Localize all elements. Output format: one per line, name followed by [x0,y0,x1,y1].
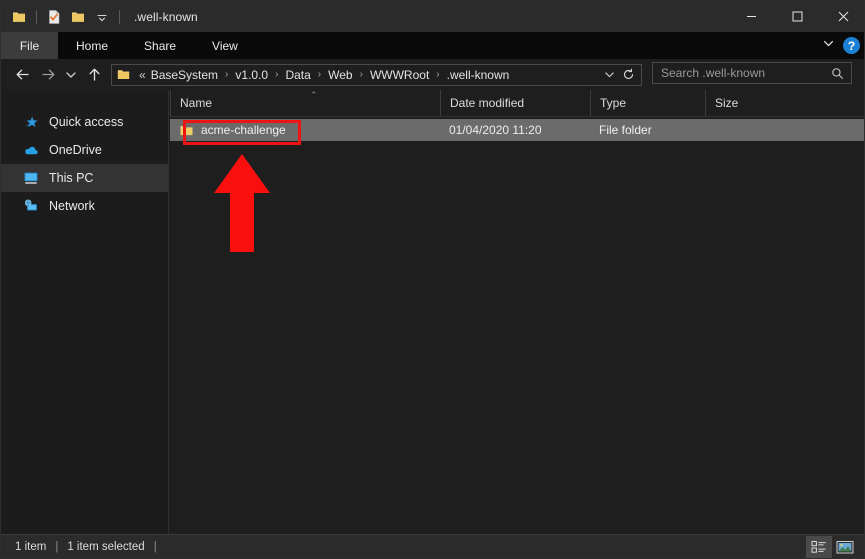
search-input[interactable]: Search .well-known [653,66,831,80]
details-view-icon[interactable] [806,536,832,558]
new-folder-icon[interactable] [67,6,89,28]
folder-icon [116,67,131,82]
column-header-date-modified[interactable]: Date modified [440,90,590,116]
file-name-text: acme-challenge [201,123,286,137]
view-mode-buttons [806,535,858,558]
breadcrumb: « BaseSystem › v1.0.0 › Data › Web › WWW… [136,67,601,83]
file-name-cell: acme-challenge [170,119,440,141]
quick-access-toolbar: .well-known [1,1,198,32]
file-size-cell [705,119,788,141]
sort-ascending-icon: ⌃ [310,90,318,100]
toolbar-divider-2 [119,9,120,24]
refresh-icon[interactable] [620,68,637,81]
sidebar-item-label: OneDrive [49,143,102,157]
maximize-button[interactable] [774,1,820,32]
forward-button[interactable] [35,62,61,88]
navigation-pane: Quick access OneDrive This PC Network [1,90,169,535]
folder-icon [179,123,194,138]
table-row[interactable]: acme-challenge 01/04/2020 11:20 File fol… [170,119,864,141]
large-icons-view-icon[interactable] [832,536,858,558]
sidebar-item-this-pc[interactable]: This PC [1,164,168,192]
network-icon [21,196,41,216]
breadcrumb-separator[interactable]: › [271,69,282,80]
tab-file[interactable]: File [1,32,58,59]
breadcrumb-separator[interactable]: › [314,69,325,80]
sidebar-item-onedrive[interactable]: OneDrive [1,136,168,164]
sidebar-item-label: This PC [49,171,94,185]
back-button[interactable] [9,62,35,88]
ribbon-right-controls: ? [822,32,860,59]
breadcrumb-overflow[interactable]: « [136,67,148,83]
breadcrumb-separator[interactable]: › [356,69,367,80]
breadcrumb-separator[interactable]: › [221,69,232,80]
window-title: .well-known [134,9,198,24]
help-icon[interactable]: ? [843,37,860,54]
column-header-type[interactable]: Type [590,90,705,116]
chevron-down-icon[interactable] [822,37,835,55]
column-header-name[interactable]: Name [170,90,440,116]
monitor-icon [21,168,41,188]
star-icon [21,112,41,132]
chevron-down-icon[interactable] [91,6,113,28]
file-explorer-window: .well-known File Home Share View ? « Bas… [0,0,865,559]
file-date-cell: 01/04/2020 11:20 [449,123,542,137]
column-header-row: Name Date modified Type Size ⌃ [170,90,864,117]
status-item-count: 1 item [15,540,47,553]
tab-share[interactable]: Share [126,32,194,59]
toolbar-divider [36,9,37,24]
status-separator: | [55,540,59,553]
breadcrumb-separator[interactable]: › [432,69,443,80]
sidebar-item-label: Quick access [49,115,124,129]
breadcrumb-item-web[interactable]: Web [325,67,355,83]
window-controls [728,1,864,32]
properties-icon[interactable] [43,6,65,28]
up-button[interactable] [81,62,107,88]
cloud-icon [21,140,41,160]
breadcrumb-item-wwwroot[interactable]: WWWRoot [367,67,432,83]
status-selection-count: 1 item selected [67,540,145,553]
sidebar-item-network[interactable]: Network [1,192,168,220]
status-separator-2: | [153,540,157,553]
chevron-down-icon[interactable] [601,69,618,80]
address-bar-actions [601,68,641,81]
ribbon-tab-strip: File Home Share View ? [1,32,864,59]
tab-view[interactable]: View [194,32,256,59]
minimize-button[interactable] [728,1,774,32]
search-icon[interactable] [831,67,851,80]
address-bar[interactable]: « BaseSystem › v1.0.0 › Data › Web › WWW… [111,63,642,86]
search-box[interactable]: Search .well-known [652,62,852,84]
breadcrumb-item-basesystem[interactable]: BaseSystem [148,67,221,83]
column-header-size[interactable]: Size [705,90,788,116]
sidebar-item-quick-access[interactable]: Quick access [1,108,168,136]
recent-locations-button[interactable] [61,62,81,88]
breadcrumb-item-well-known[interactable]: .well-known [444,67,513,83]
folder-icon[interactable] [8,6,30,28]
breadcrumb-item-v100[interactable]: v1.0.0 [232,67,271,83]
file-list-pane: Name Date modified Type Size ⌃ acme-chal… [170,90,864,535]
sidebar-item-label: Network [49,199,95,213]
breadcrumb-item-data[interactable]: Data [282,67,313,83]
title-bar: .well-known [1,1,864,32]
file-type-cell: File folder [599,123,652,137]
close-button[interactable] [820,1,864,32]
status-bar: 1 item | 1 item selected | [1,534,864,558]
tab-home[interactable]: Home [58,32,126,59]
